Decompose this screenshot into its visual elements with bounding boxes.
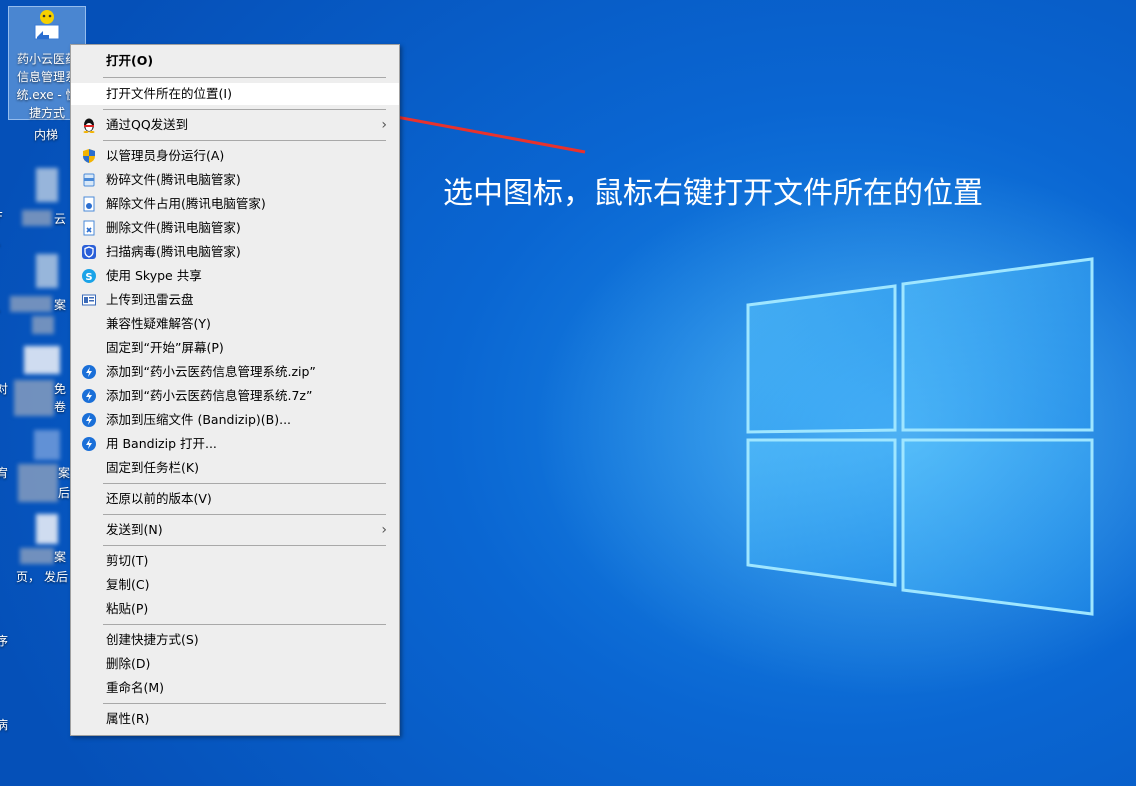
menu-separator — [103, 514, 386, 515]
menu-item-share-skype[interactable]: S 使用 Skype 共享 — [71, 265, 399, 287]
menu-item-shred-file[interactable]: 粉碎文件(腾讯电脑管家) — [71, 169, 399, 191]
menu-separator — [103, 109, 386, 110]
submenu-chevron-icon: › — [381, 522, 387, 538]
menu-item-paste[interactable]: 粘贴(P) — [71, 598, 399, 620]
menu-item-restore-previous[interactable]: 还原以前的版本(V) — [71, 488, 399, 510]
edge-char: 对 — [0, 382, 9, 396]
menu-item-unlock-file[interactable]: 解除文件占用(腾讯电脑管家) — [71, 193, 399, 215]
menu-separator — [103, 703, 386, 704]
blurred-desktop-icon[interactable] — [36, 254, 58, 288]
partial-label: 免 — [54, 382, 67, 396]
context-menu: 打开(O) 打开文件所在的位置(I) 通过QQ发送到 › 以管理员身份运行(A)… — [70, 44, 400, 736]
partial-label: 云 — [54, 212, 67, 226]
edge-char: 宥 — [0, 466, 9, 480]
edge-char: F — [0, 210, 3, 224]
delete-file-icon — [83, 220, 95, 236]
edge-char: 、 — [0, 298, 8, 315]
menu-separator — [103, 77, 386, 78]
unlock-file-icon — [83, 196, 95, 212]
menu-item-open-with-bandizip[interactable]: 用 Bandizip 打开... — [71, 433, 399, 455]
uac-shield-icon — [83, 149, 95, 163]
partial-label: 案 — [58, 466, 71, 480]
menu-item-add-to-7z[interactable]: 添加到“药小云医药信息管理系统.7z” — [71, 385, 399, 407]
bandizip-icon — [82, 437, 96, 451]
edge-char: 、 — [0, 232, 8, 249]
menu-separator — [103, 483, 386, 484]
submenu-chevron-icon: › — [381, 117, 387, 133]
bandizip-icon — [82, 389, 96, 403]
virus-scan-shield-icon — [82, 245, 96, 259]
skype-icon: S — [82, 269, 96, 283]
menu-item-create-shortcut[interactable]: 创建快捷方式(S) — [71, 629, 399, 651]
menu-item-pin-to-taskbar[interactable]: 固定到任务栏(K) — [71, 457, 399, 479]
partial-label: 页， — [16, 570, 41, 584]
blurred-desktop-label — [32, 316, 54, 334]
menu-item-send-via-qq[interactable]: 通过QQ发送到 › — [71, 114, 399, 136]
menu-separator — [103, 140, 386, 141]
menu-item-properties[interactable]: 属性(R) — [71, 708, 399, 730]
edge-char: 病 — [0, 718, 9, 732]
blurred-desktop-icon[interactable] — [36, 514, 58, 544]
blurred-desktop-label — [14, 380, 54, 416]
app-shortcut-icon — [34, 10, 60, 40]
menu-separator — [103, 545, 386, 546]
menu-item-compat-troubleshoot[interactable]: 兼容性疑难解答(Y) — [71, 313, 399, 335]
blurred-desktop-icon[interactable] — [36, 168, 58, 202]
svg-text:S: S — [85, 272, 92, 283]
bandizip-icon — [82, 365, 96, 379]
blurred-desktop-label — [22, 210, 52, 226]
qq-penguin-icon — [83, 118, 95, 133]
blurred-desktop-icon[interactable] — [24, 346, 60, 374]
bandizip-icon — [82, 413, 96, 427]
blurred-desktop-icon[interactable] — [34, 430, 60, 460]
menu-item-send-to[interactable]: 发送到(N) › — [71, 519, 399, 541]
annotation-text: 选中图标，鼠标右键打开文件所在的位置 — [443, 176, 983, 211]
blurred-desktop-label — [20, 548, 54, 564]
blurred-desktop-label — [10, 296, 52, 312]
blurred-desktop-label — [18, 464, 58, 502]
menu-item-pin-to-start[interactable]: 固定到“开始”屏幕(P) — [71, 337, 399, 359]
edge-char: 序 — [0, 634, 9, 648]
menu-item-add-to-zip[interactable]: 添加到“药小云医药信息管理系统.zip” — [71, 361, 399, 383]
partial-label: 后 — [58, 486, 71, 500]
menu-item-rename[interactable]: 重命名(M) — [71, 677, 399, 699]
menu-item-open[interactable]: 打开(O) — [71, 50, 399, 72]
shredder-icon — [83, 173, 95, 187]
menu-item-upload-xunlei[interactable]: 上传到迅雷云盘 — [71, 289, 399, 311]
menu-item-delete[interactable]: 删除(D) — [71, 653, 399, 675]
menu-item-copy[interactable]: 复制(C) — [71, 574, 399, 596]
partial-label: 案 — [54, 298, 67, 312]
menu-item-run-as-admin[interactable]: 以管理员身份运行(A) — [71, 145, 399, 167]
menu-item-cut[interactable]: 剪切(T) — [71, 550, 399, 572]
partial-label: 案 — [54, 550, 67, 564]
partial-label: 卷 — [54, 400, 67, 414]
menu-item-delete-file-tencent[interactable]: 删除文件(腾讯电脑管家) — [71, 217, 399, 239]
menu-separator — [103, 624, 386, 625]
menu-item-add-to-archive[interactable]: 添加到压缩文件 (Bandizip)(B)... — [71, 409, 399, 431]
xunlei-cloud-icon — [82, 294, 96, 306]
partial-label: 发后 — [44, 570, 69, 584]
menu-item-open-file-location[interactable]: 打开文件所在的位置(I) — [71, 83, 399, 105]
menu-item-scan-virus[interactable]: 扫描病毒(腾讯电脑管家) — [71, 241, 399, 263]
